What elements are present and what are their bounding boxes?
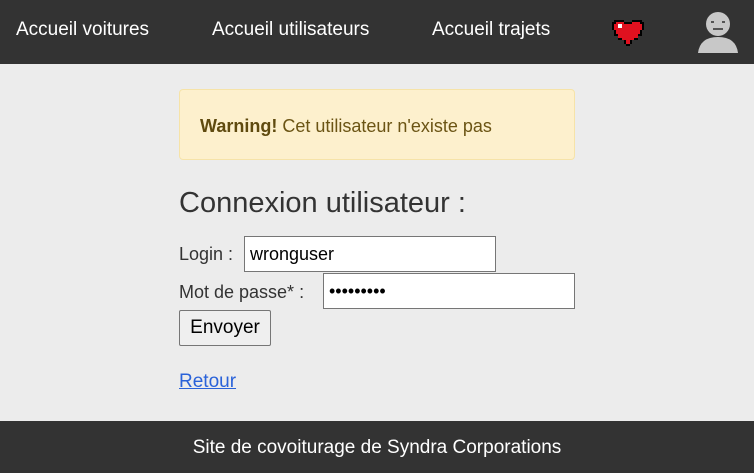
password-label: Mot de passe* : xyxy=(179,282,305,302)
login-input[interactable] xyxy=(244,236,496,272)
submit-button[interactable]: Envoyer xyxy=(179,310,271,346)
nav-link-trips[interactable]: Accueil trajets xyxy=(432,19,550,41)
password-input[interactable] xyxy=(323,273,575,309)
nav-link-users[interactable]: Accueil utilisateurs xyxy=(212,19,369,41)
alert-strong-label: Warning! xyxy=(200,116,278,136)
footer-text: Site de covoiturage de Syndra Corporatio… xyxy=(0,421,754,473)
back-link[interactable]: Retour xyxy=(179,371,236,393)
user-avatar-icon[interactable] xyxy=(696,11,740,53)
warning-alert: Warning! Cet utilisateur n'existe pas xyxy=(179,89,575,160)
alert-message: Cet utilisateur n'existe pas xyxy=(277,116,492,136)
page-title: Connexion utilisateur : xyxy=(179,187,466,219)
top-navbar: Accueil voitures Accueil utilisateurs Ac… xyxy=(0,0,754,64)
heart-icon[interactable] xyxy=(612,18,644,46)
nav-link-cars[interactable]: Accueil voitures xyxy=(16,19,149,41)
login-label: Login : xyxy=(179,244,234,264)
